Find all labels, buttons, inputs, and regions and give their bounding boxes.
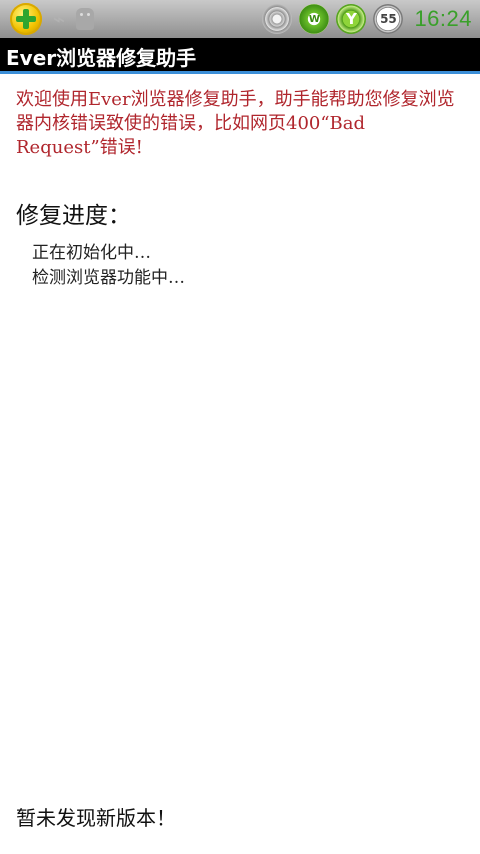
progress-step: 正在初始化中… [32,243,151,263]
w-app-icon: W [299,4,330,34]
360-security-icon[interactable] [10,3,42,35]
android-debug-icon [76,8,94,30]
app-title-bar: Ever浏览器修复助手 [0,38,480,74]
usb-icon: ⌁ [52,7,66,31]
y-app-icon: Y [336,4,367,34]
app-title: Ever浏览器修复助手 [6,46,197,70]
progress-heading: 修复进度： [16,203,131,229]
battery-icon: 55 [373,4,404,34]
wifi-signal-icon [262,4,293,34]
intro-message: 欢迎使用Ever浏览器修复助手，助手能帮助您修复浏览器内核错误致使的错误，比如网… [16,89,455,158]
status-clock: 16:24 [414,6,472,31]
status-bar: ⌁ W Y 55 16:24 [0,0,480,38]
status-bar-notifications: ⌁ [10,3,94,35]
progress-list: 正在初始化中… 检测浏览器功能中… [32,241,185,291]
progress-step: 检测浏览器功能中… [32,268,185,288]
status-bar-system: W Y 55 16:24 [262,3,472,35]
update-status-message: 暂未发现新版本！ [16,806,176,830]
